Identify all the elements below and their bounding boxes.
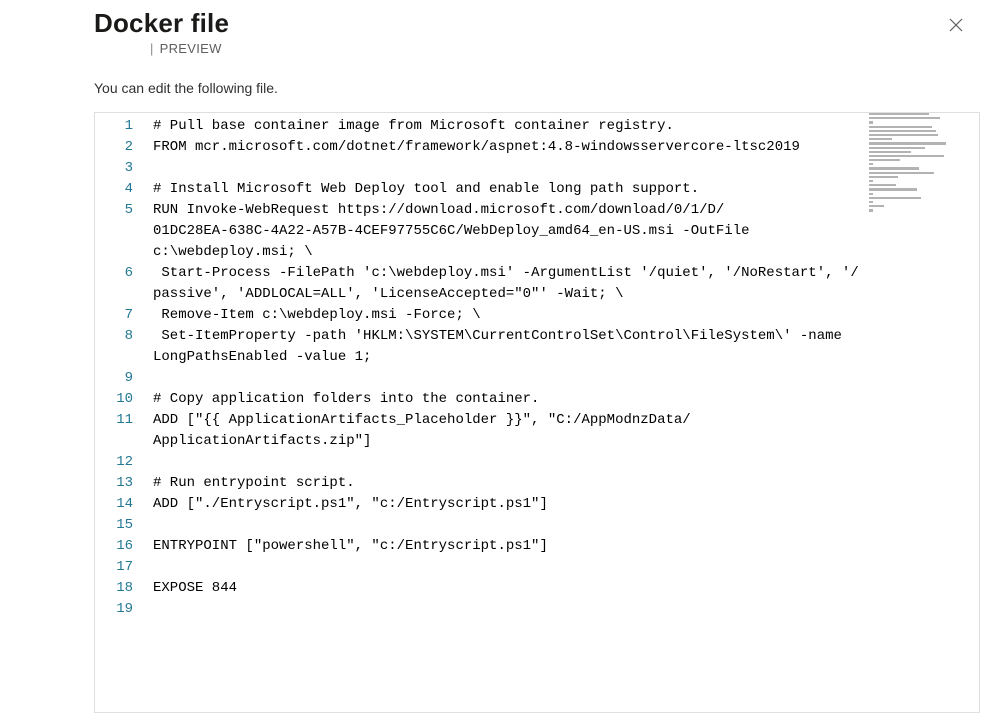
code-line[interactable] [153,158,869,179]
minimap-line [869,113,929,115]
line-number: 11 [95,410,133,431]
line-number: 17 [95,557,133,578]
minimap-line [869,167,919,169]
code-line[interactable]: ENTRYPOINT ["powershell", "c:/Entryscrip… [153,536,869,557]
badge-pipe: | [150,41,156,56]
minimap-line [869,151,911,153]
code-line[interactable]: Set-ItemProperty -path 'HKLM:\SYSTEM\Cur… [153,326,869,347]
line-number-gutter: 12345678910111213141516171819 [95,113,153,712]
minimap[interactable] [869,113,965,173]
line-number [95,284,133,305]
code-line[interactable] [153,557,869,578]
line-number [95,242,133,263]
editor-viewport[interactable]: 12345678910111213141516171819 # Pull bas… [95,113,979,712]
code-line[interactable]: # Copy application folders into the cont… [153,389,869,410]
minimap-line [869,126,932,128]
minimap-line [869,193,873,195]
minimap-line [869,121,873,123]
code-line[interactable]: Start-Process -FilePath 'c:\webdeploy.ms… [153,263,869,284]
line-number [95,347,133,368]
minimap-line [869,180,873,182]
code-editor[interactable]: 12345678910111213141516171819 # Pull bas… [94,112,980,713]
minimap-line [869,147,925,149]
code-line-wrap[interactable]: LongPathsEnabled -value 1; [153,347,869,368]
line-number [95,221,133,242]
minimap-line [869,197,921,199]
line-number [95,431,133,452]
line-number: 2 [95,137,133,158]
code-line[interactable]: FROM mcr.microsoft.com/dotnet/framework/… [153,137,869,158]
code-line[interactable] [153,452,869,473]
line-number: 1 [95,116,133,137]
minimap-line [869,138,892,140]
minimap-line [869,201,873,203]
line-number: 3 [95,158,133,179]
line-number: 7 [95,305,133,326]
line-number: 8 [95,326,133,347]
line-number: 12 [95,452,133,473]
code-line[interactable]: ADD ["./Entryscript.ps1", "c:/Entryscrip… [153,494,869,515]
close-button[interactable] [940,10,972,42]
line-number: 18 [95,578,133,599]
line-number: 14 [95,494,133,515]
close-icon [949,18,963,35]
code-content[interactable]: # Pull base container image from Microso… [153,113,869,712]
minimap-line [869,117,940,119]
code-line-wrap[interactable]: c:\webdeploy.msi; \ [153,242,869,263]
minimap-line [869,184,896,186]
line-number: 13 [95,473,133,494]
minimap-line [869,159,900,161]
line-number: 6 [95,263,133,284]
code-line-wrap[interactable]: 01DC28EA-638C-4A22-A57B-4CEF97755C6C/Web… [153,221,869,242]
minimap-line [869,176,898,178]
code-line[interactable]: # Pull base container image from Microso… [153,116,869,137]
minimap-line [869,134,938,136]
code-line-wrap[interactable]: passive', 'ADDLOCAL=ALL', 'LicenseAccept… [153,284,869,305]
code-line[interactable] [153,368,869,389]
line-number: 4 [95,179,133,200]
line-number: 15 [95,515,133,536]
minimap-line [869,209,873,211]
code-line[interactable]: Remove-Item c:\webdeploy.msi -Force; \ [153,305,869,326]
code-line[interactable] [153,515,869,536]
minimap-line [869,188,917,190]
badge-text: PREVIEW [160,41,222,56]
page-title: Docker file [94,8,229,39]
preview-badge: | PREVIEW [94,41,229,56]
minimap-line [869,163,873,165]
code-line[interactable]: EXPOSE 844 [153,578,869,599]
code-line[interactable]: # Run entrypoint script. [153,473,869,494]
code-line[interactable] [153,599,869,620]
panel-header: Docker file | PREVIEW [82,0,994,56]
edit-hint: You can edit the following file. [82,56,994,106]
header-left: Docker file | PREVIEW [94,8,229,56]
code-line[interactable]: ADD ["{{ ApplicationArtifacts_Placeholde… [153,410,869,431]
line-number: 9 [95,368,133,389]
dockerfile-panel: Docker file | PREVIEW You can edit the f… [82,0,994,727]
left-rail [0,0,82,727]
code-line-wrap[interactable]: ApplicationArtifacts.zip"] [153,431,869,452]
minimap-line [869,142,946,144]
line-number: 5 [95,200,133,221]
minimap-line [869,205,884,207]
line-number: 10 [95,389,133,410]
minimap-line [869,130,936,132]
code-line[interactable]: # Install Microsoft Web Deploy tool and … [153,179,869,200]
code-line[interactable]: RUN Invoke-WebRequest https://download.m… [153,200,869,221]
minimap-line [869,172,934,174]
line-number: 16 [95,536,133,557]
minimap-line [869,155,944,157]
line-number: 19 [95,599,133,620]
